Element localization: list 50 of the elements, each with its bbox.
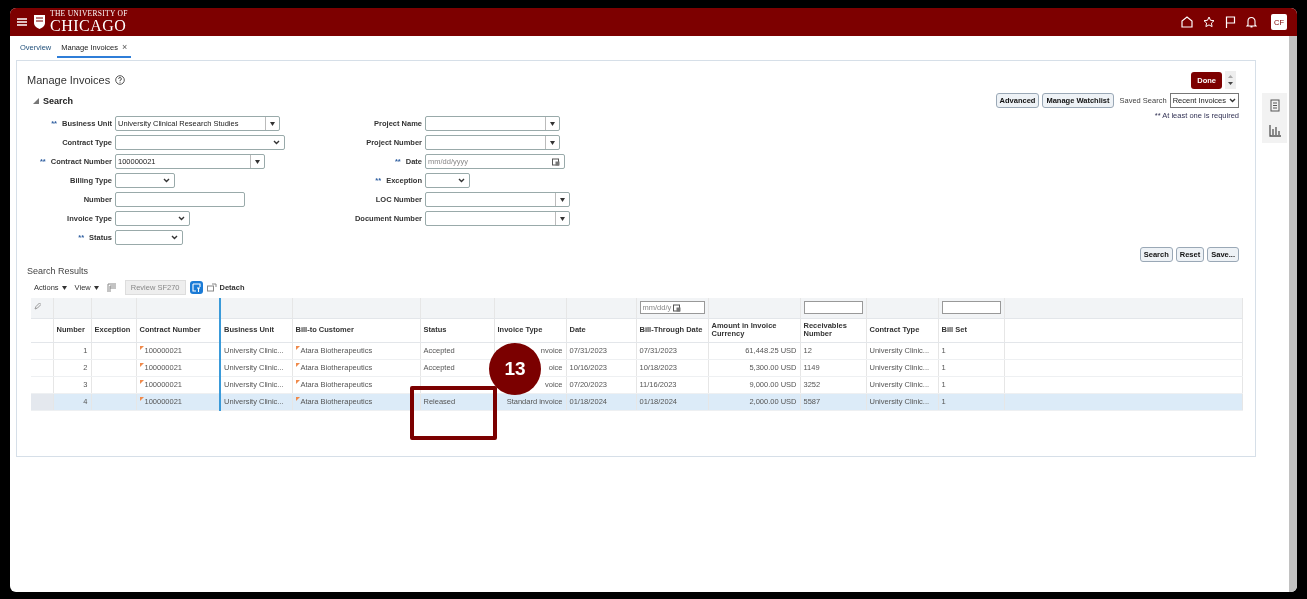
combo-field[interactable] [425, 211, 570, 226]
select-field[interactable] [115, 135, 285, 150]
scrollbar[interactable] [1289, 36, 1297, 592]
flag-icon[interactable] [1225, 16, 1236, 28]
shield-icon [33, 14, 46, 30]
menu-icon[interactable] [17, 18, 27, 26]
export-icon[interactable] [189, 281, 203, 294]
select-field[interactable] [115, 211, 190, 226]
select-field[interactable] [115, 173, 175, 188]
dropdown-icon [171, 235, 178, 240]
calendar-icon [552, 157, 560, 166]
collapse-icon[interactable] [33, 97, 39, 104]
document-icon[interactable] [1269, 99, 1280, 113]
pencil-icon[interactable] [34, 303, 41, 311]
combo-field[interactable] [425, 135, 560, 150]
dropdown-icon [560, 197, 565, 202]
dropdown-icon [550, 140, 555, 145]
scroll-arrows-icon[interactable] [1225, 71, 1236, 89]
logo-text: CHICAGO [50, 17, 128, 34]
filter-field[interactable] [941, 301, 1001, 315]
select-field[interactable] [115, 230, 183, 245]
dropdown-icon [93, 285, 99, 290]
star-icon[interactable] [1203, 16, 1215, 28]
dropdown-icon [458, 178, 465, 183]
combo-field[interactable] [425, 116, 560, 131]
dropdown-icon [560, 216, 565, 221]
dropdown-icon [178, 216, 185, 221]
bar-chart-icon[interactable] [1268, 124, 1281, 137]
section-title: Search [43, 95, 74, 106]
dropdown-icon [163, 178, 170, 183]
calendar-icon [673, 303, 682, 312]
filter-field[interactable] [803, 301, 863, 315]
close-icon[interactable]: × [121, 42, 128, 52]
dropdown-icon [255, 159, 260, 164]
home-icon[interactable] [1181, 16, 1193, 28]
dropdown-icon [550, 121, 555, 126]
dropdown-icon [273, 140, 280, 145]
bell-icon[interactable] [1246, 16, 1257, 28]
select-field[interactable] [425, 173, 470, 188]
step-badge: 13 [489, 343, 541, 395]
freeze-icon[interactable] [106, 282, 117, 293]
detach-icon [206, 283, 217, 292]
help-icon[interactable] [115, 75, 126, 85]
section-title: Search Results [27, 266, 90, 276]
combo-field[interactable] [425, 192, 570, 207]
text-field[interactable] [115, 192, 245, 207]
dropdown-icon [270, 121, 275, 126]
dropdown-icon [61, 285, 67, 290]
page-title: Manage Invoices [27, 74, 111, 86]
dropdown-icon [1229, 98, 1236, 103]
